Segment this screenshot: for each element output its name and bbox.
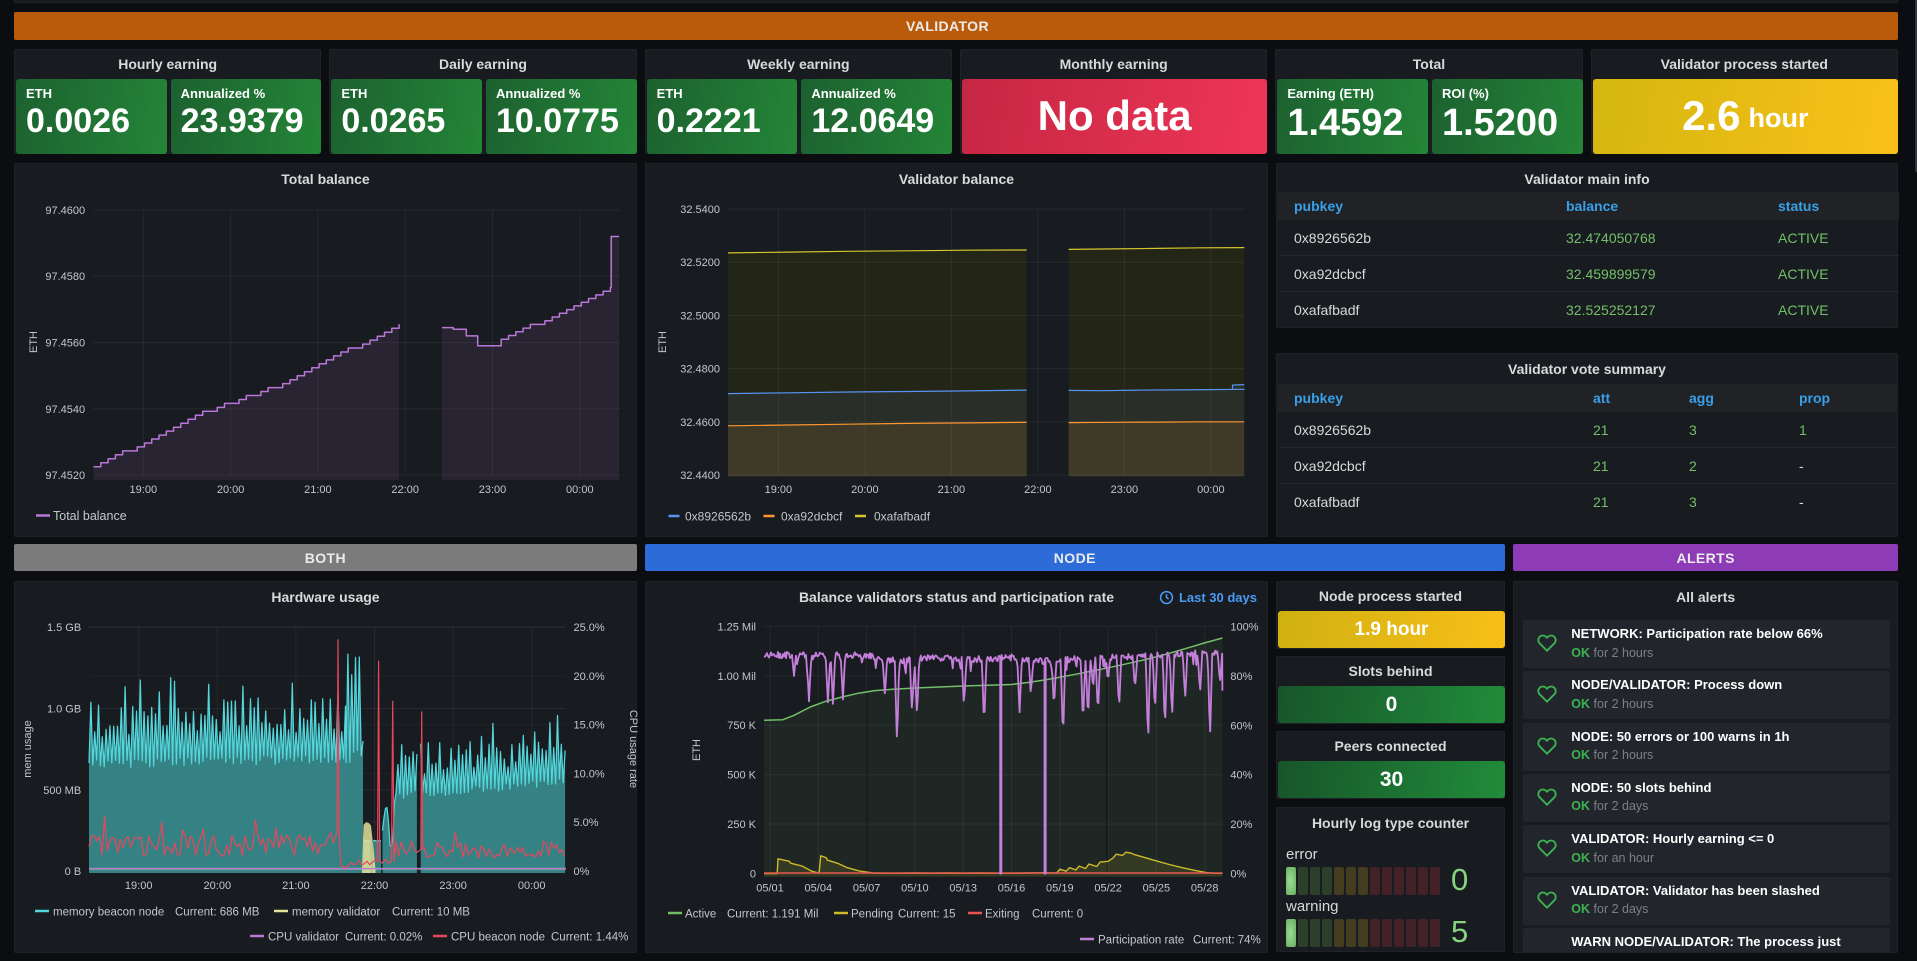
svg-text:23:00: 23:00 — [439, 880, 467, 892]
svg-text:32.5000: 32.5000 — [680, 310, 720, 322]
svg-text:ETH: ETH — [28, 331, 40, 353]
svg-text:Total balance: Total balance — [53, 509, 127, 523]
svg-text:19:00: 19:00 — [125, 880, 153, 892]
svg-text:25.0%: 25.0% — [574, 622, 605, 634]
svg-text:22:00: 22:00 — [391, 484, 419, 496]
svg-text:21:00: 21:00 — [282, 880, 310, 892]
svg-text:0 B: 0 B — [65, 866, 82, 878]
svg-text:19:00: 19:00 — [765, 484, 793, 496]
svg-text:05/16: 05/16 — [998, 883, 1026, 895]
svg-text:05/10: 05/10 — [901, 883, 929, 895]
svg-text:CPU usage rate: CPU usage rate — [627, 710, 638, 788]
svg-text:22:00: 22:00 — [1024, 484, 1052, 496]
svg-text:00:00: 00:00 — [566, 484, 594, 496]
svg-text:10.0%: 10.0% — [574, 768, 605, 780]
svg-text:250 K: 250 K — [727, 819, 756, 831]
svg-text:750 K: 750 K — [727, 720, 756, 732]
svg-text:500 K: 500 K — [727, 770, 756, 782]
svg-text:15.0%: 15.0% — [574, 720, 605, 732]
svg-text:05/25: 05/25 — [1143, 883, 1171, 895]
svg-text:20:00: 20:00 — [851, 484, 879, 496]
svg-text:Current: 15: Current: 15 — [898, 909, 956, 921]
svg-text:5.0%: 5.0% — [574, 817, 599, 829]
svg-text:05/28: 05/28 — [1191, 883, 1219, 895]
svg-text:Current: 10 MB: Current: 10 MB — [392, 907, 470, 919]
svg-text:60%: 60% — [1230, 720, 1252, 732]
svg-text:20:00: 20:00 — [204, 880, 232, 892]
svg-text:23:00: 23:00 — [479, 484, 507, 496]
svg-text:memory validator: memory validator — [292, 907, 380, 919]
svg-text:500 MB: 500 MB — [43, 785, 81, 797]
svg-text:Exiting: Exiting — [985, 909, 1020, 921]
svg-text:Current: 74%: Current: 74% — [1193, 935, 1261, 947]
svg-text:21:00: 21:00 — [938, 484, 966, 496]
svg-text:23:00: 23:00 — [1111, 484, 1139, 496]
svg-text:97.4520: 97.4520 — [45, 470, 85, 482]
svg-text:0xa92dcbcf: 0xa92dcbcf — [781, 510, 843, 524]
svg-text:20.0%: 20.0% — [574, 671, 605, 683]
svg-text:21:00: 21:00 — [304, 484, 332, 496]
svg-text:00:00: 00:00 — [518, 880, 546, 892]
svg-text:ETH: ETH — [657, 331, 669, 353]
svg-text:32.4400: 32.4400 — [680, 470, 720, 482]
svg-text:05/01: 05/01 — [756, 883, 784, 895]
svg-text:40%: 40% — [1230, 770, 1252, 782]
svg-text:32.4800: 32.4800 — [680, 364, 720, 376]
svg-text:1.25 Mil: 1.25 Mil — [717, 621, 756, 633]
svg-text:97.4540: 97.4540 — [45, 404, 85, 416]
svg-text:97.4560: 97.4560 — [45, 338, 85, 350]
svg-text:05/13: 05/13 — [949, 883, 977, 895]
svg-text:32.5400: 32.5400 — [680, 204, 720, 216]
svg-text:80%: 80% — [1230, 671, 1252, 683]
svg-text:05/04: 05/04 — [805, 883, 833, 895]
svg-text:CPU validator: CPU validator — [268, 932, 339, 944]
svg-text:Current: 1.44%: Current: 1.44% — [551, 932, 628, 944]
svg-text:0%: 0% — [1230, 869, 1246, 881]
svg-text:05/07: 05/07 — [853, 883, 881, 895]
svg-text:Current: 0.02%: Current: 0.02% — [345, 932, 422, 944]
svg-text:Current: 0: Current: 0 — [1032, 909, 1083, 921]
svg-text:05/22: 05/22 — [1094, 883, 1122, 895]
svg-text:00:00: 00:00 — [1197, 484, 1225, 496]
svg-text:100%: 100% — [1230, 621, 1258, 633]
svg-text:memory beacon node: memory beacon node — [53, 907, 164, 919]
svg-text:ETH: ETH — [691, 739, 703, 761]
svg-text:Active: Active — [685, 909, 716, 921]
svg-text:32.5200: 32.5200 — [680, 257, 720, 269]
svg-text:Participation rate: Participation rate — [1098, 935, 1184, 947]
svg-text:0: 0 — [750, 869, 756, 881]
svg-text:97.4600: 97.4600 — [45, 205, 85, 217]
svg-text:19:00: 19:00 — [130, 484, 158, 496]
svg-text:mem usage: mem usage — [22, 720, 34, 777]
svg-text:05/19: 05/19 — [1046, 883, 1074, 895]
svg-text:22:00: 22:00 — [361, 880, 389, 892]
svg-text:0%: 0% — [574, 866, 590, 878]
svg-text:32.4600: 32.4600 — [680, 417, 720, 429]
svg-text:1.5 GB: 1.5 GB — [47, 622, 81, 634]
svg-text:Current: 686 MB: Current: 686 MB — [175, 907, 260, 919]
svg-text:97.4580: 97.4580 — [45, 271, 85, 283]
svg-text:20%: 20% — [1230, 819, 1252, 831]
svg-text:CPU beacon node: CPU beacon node — [451, 932, 545, 944]
svg-text:1.00 Mil: 1.00 Mil — [717, 671, 756, 683]
svg-text:Pending: Pending — [851, 909, 893, 921]
svg-text:1.0 GB: 1.0 GB — [47, 704, 81, 716]
svg-text:0x8926562b: 0x8926562b — [685, 510, 751, 524]
svg-text:20:00: 20:00 — [217, 484, 245, 496]
svg-text:0xafafbadf: 0xafafbadf — [874, 510, 931, 524]
svg-text:Current: 1.191 Mil: Current: 1.191 Mil — [727, 909, 818, 921]
